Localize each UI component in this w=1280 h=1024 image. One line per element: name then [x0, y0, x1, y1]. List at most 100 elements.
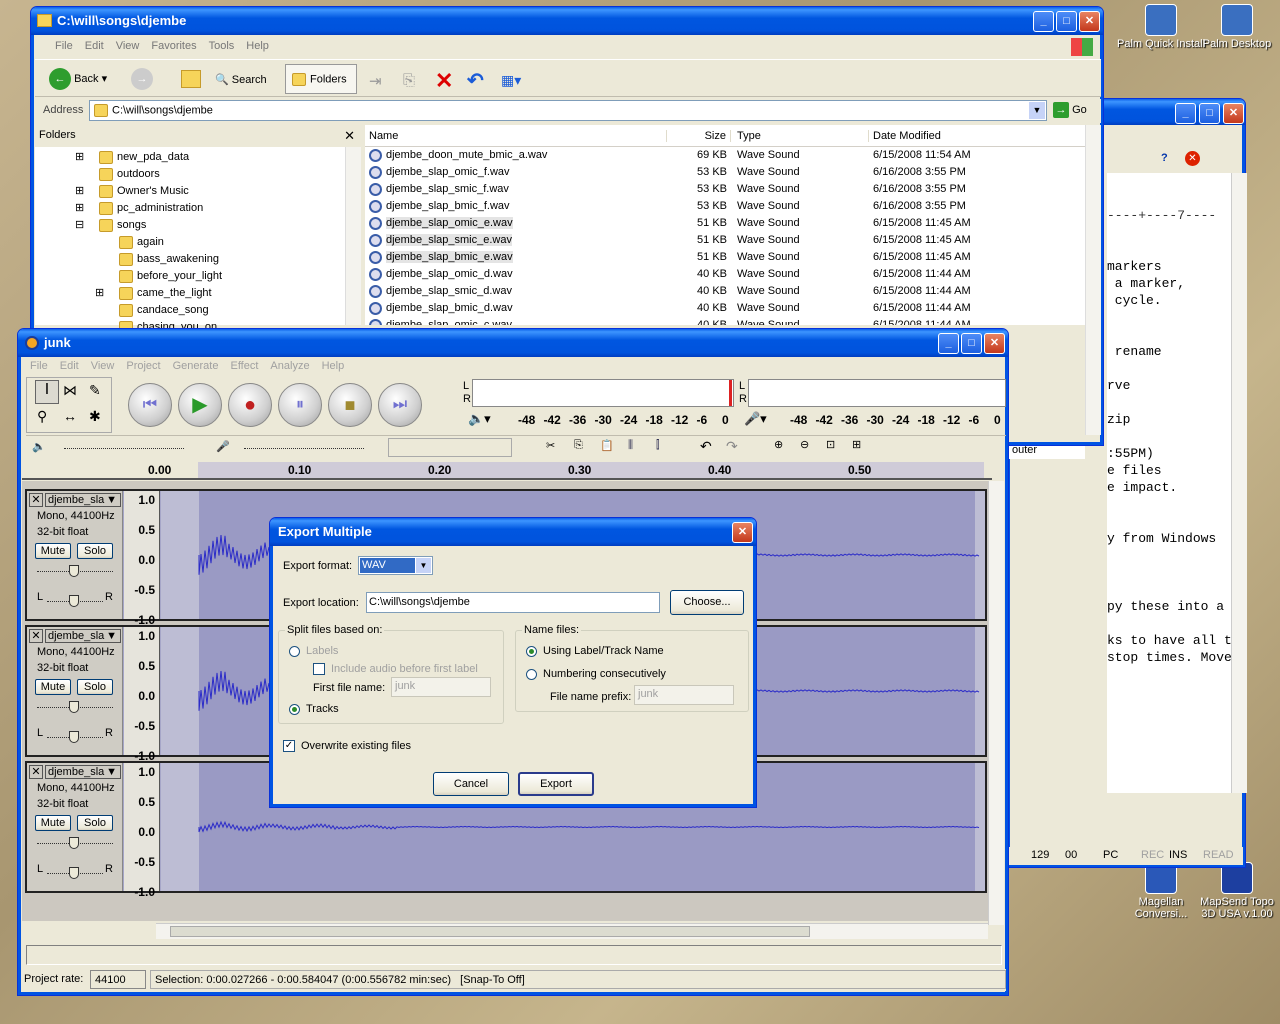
file-row[interactable]: djembe_slap_smic_e.wav 51 KB Wave Sound 6/1…	[365, 232, 1101, 249]
folder-tree-item[interactable]: candace_song	[35, 302, 361, 319]
track-name-menu[interactable]: djembe_sla ▼	[45, 765, 121, 779]
track-close-button[interactable]: ✕	[29, 493, 43, 507]
menu-project[interactable]: Project	[120, 357, 166, 375]
redo-icon[interactable]: ↷	[726, 438, 738, 455]
fit-selection-icon[interactable]: ⊡	[826, 438, 835, 451]
column-name[interactable]: Name	[365, 130, 667, 142]
speaker-icon[interactable]: 🔈▾	[468, 411, 491, 427]
mapsend-icon[interactable]: MapSend Topo 3D USA v.1.00	[1192, 862, 1280, 920]
labels-radio[interactable]: Labels	[289, 645, 338, 657]
pan-slider-thumb[interactable]	[69, 595, 79, 607]
back-button[interactable]: ← Back ▾	[49, 68, 107, 91]
first-file-name-input[interactable]: junk	[391, 677, 491, 697]
file-row[interactable]: djembe_slap_bmic_d.wav 40 KB Wave Sound 6/1…	[365, 300, 1101, 317]
pause-button[interactable]: ⏸	[278, 383, 322, 427]
timeline-ruler[interactable]: 0.00 0.10 0.20 0.30 0.40 0.50	[22, 462, 992, 480]
solo-button[interactable]: Solo	[77, 815, 113, 831]
export-format-select[interactable]: WAV ▼	[358, 556, 433, 575]
move-to-icon[interactable]: ⇥	[369, 72, 382, 90]
menu-file[interactable]: File	[49, 37, 79, 55]
folder-tree-item[interactable]: ⊞ pc_administration	[35, 200, 361, 217]
menu-help[interactable]: Help	[316, 357, 351, 375]
track-name-menu[interactable]: djembe_sla ▼	[45, 493, 121, 507]
microphone-icon[interactable]: 🎤▾	[744, 411, 767, 427]
editor-text-area[interactable]: ----+----7---- markers a marker, cycle. …	[1107, 173, 1231, 793]
menu-view[interactable]: View	[85, 357, 121, 375]
input-source-select[interactable]	[388, 438, 512, 457]
delete-icon[interactable]: ✕	[435, 68, 453, 94]
help-icon[interactable]: ?	[1161, 152, 1168, 164]
views-icon[interactable]: ▦▾	[501, 72, 521, 89]
stop-button[interactable]: ■	[328, 383, 372, 427]
expand-icon[interactable]: ⊞	[75, 200, 84, 217]
maximize-button[interactable]: □	[961, 333, 982, 354]
paste-icon[interactable]: 📋	[600, 439, 614, 452]
file-row[interactable]: djembe_slap_omic_f.wav 53 KB Wave Sound 6/1…	[365, 164, 1101, 181]
maximize-button[interactable]: □	[1056, 11, 1077, 32]
numbering-radio[interactable]: Numbering consecutively	[526, 668, 666, 680]
folder-tree-item[interactable]: before_your_light	[35, 268, 361, 285]
minimize-button[interactable]: _	[938, 333, 959, 354]
zoom-in-icon[interactable]: ⊕	[774, 438, 783, 451]
column-type[interactable]: Type	[731, 130, 869, 142]
menu-help[interactable]: Help	[240, 37, 275, 55]
menu-analyze[interactable]: Analyze	[264, 357, 315, 375]
maximize-button[interactable]: □	[1199, 103, 1220, 124]
menu-tools[interactable]: Tools	[203, 37, 241, 55]
cancel-button[interactable]: Cancel	[433, 772, 509, 796]
project-rate-input[interactable]: 44100	[90, 970, 146, 989]
menu-edit[interactable]: Edit	[54, 357, 85, 375]
expand-icon[interactable]: ⊞	[75, 149, 84, 166]
file-row[interactable]: djembe_slap_smic_d.wav 40 KB Wave Sound 6/1…	[365, 283, 1101, 300]
forward-button[interactable]: →	[131, 68, 153, 90]
file-row[interactable]: djembe_slap_smic_f.wav 53 KB Wave Sound 6/1…	[365, 181, 1101, 198]
choose-button[interactable]: Choose...	[670, 590, 744, 615]
include-audio-checkbox[interactable]: Include audio before first label	[313, 663, 478, 676]
expand-icon[interactable]: ⊞	[75, 183, 84, 200]
pan-slider-thumb[interactable]	[69, 731, 79, 743]
close-button[interactable]: ✕	[1079, 11, 1100, 32]
expand-icon[interactable]: ⊞	[95, 285, 104, 302]
minimize-button[interactable]: _	[1175, 103, 1196, 124]
folder-tree-item[interactable]: again	[35, 234, 361, 251]
copy-icon[interactable]: ⎘	[574, 439, 583, 452]
skip-start-button[interactable]: ⏮	[128, 383, 172, 427]
undo-icon[interactable]: ↶	[467, 68, 484, 93]
copy-to-icon[interactable]: ⎘	[403, 72, 415, 89]
folders-button[interactable]: Folders	[285, 64, 357, 94]
folder-tree-item[interactable]: ⊞ came_the_light	[35, 285, 361, 302]
palm-desktop-icon[interactable]: Palm Desktop	[1192, 4, 1280, 50]
record-button[interactable]: ●	[228, 383, 272, 427]
folders-scrollbar[interactable]	[345, 147, 361, 325]
output-volume-slider[interactable]	[64, 448, 184, 450]
gain-slider-thumb[interactable]	[69, 565, 79, 577]
folder-tree-item[interactable]: ⊟ songs	[35, 217, 361, 234]
file-list-scrollbar[interactable]	[1085, 125, 1101, 435]
gain-slider-thumb[interactable]	[69, 837, 79, 849]
zoom-tool-icon[interactable]: ⚲	[37, 408, 47, 425]
draw-tool-icon[interactable]: ✎	[89, 382, 101, 399]
mute-button[interactable]: Mute	[35, 815, 71, 831]
mute-button[interactable]: Mute	[35, 543, 71, 559]
close-button[interactable]: ✕	[732, 522, 753, 543]
collapse-icon[interactable]: ⊟	[75, 217, 84, 234]
track-vscrollbar[interactable]	[988, 481, 1004, 925]
column-size[interactable]: Size	[667, 130, 731, 142]
fit-project-icon[interactable]: ⊞	[852, 438, 861, 451]
vertical-scrollbar[interactable]	[1231, 173, 1247, 793]
skip-end-button[interactable]: ⏭	[378, 383, 422, 427]
address-input[interactable]: C:\will\songs\djembe	[89, 100, 1047, 121]
trim-icon[interactable]: ⫼	[628, 439, 633, 452]
export-multiple-dialog[interactable]: Export Multiple ✕ Export format: WAV ▼ E…	[269, 517, 757, 808]
track-name-menu[interactable]: djembe_sla ▼	[45, 629, 121, 643]
envelope-tool-icon[interactable]: ⋈	[63, 382, 77, 399]
close-pane-icon[interactable]: ✕	[344, 128, 355, 144]
export-button[interactable]: Export	[518, 772, 594, 796]
column-date[interactable]: Date Modified	[869, 130, 989, 142]
tracks-radio[interactable]: Tracks	[289, 703, 339, 715]
up-folder-icon[interactable]	[181, 70, 201, 88]
file-row[interactable]: djembe_slap_omic_e.wav 51 KB Wave Sound 6/1…	[365, 215, 1101, 232]
folder-tree-item[interactable]: ⊞ new_pda_data	[35, 149, 361, 166]
selection-tool-icon[interactable]: I	[35, 380, 59, 404]
go-button[interactable]: → Go	[1053, 102, 1087, 118]
